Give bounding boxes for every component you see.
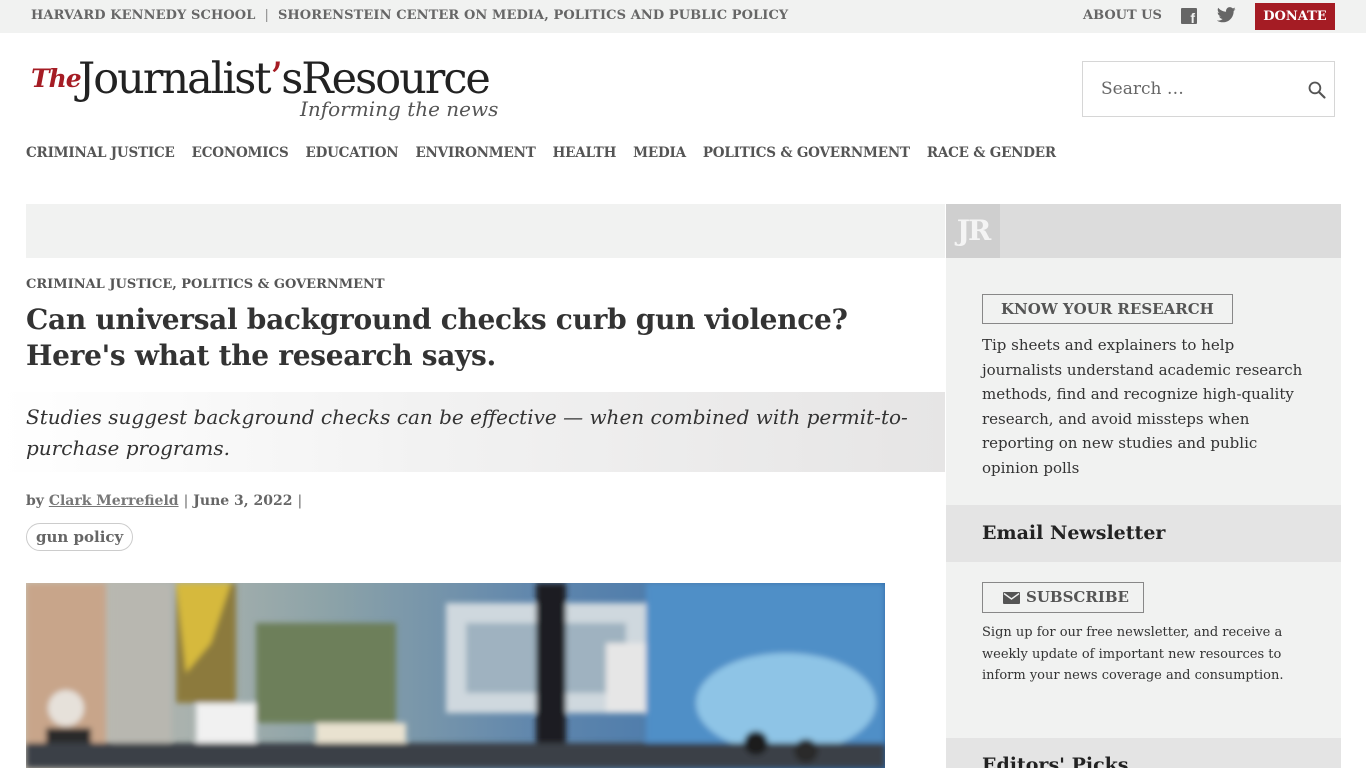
hks-link[interactable]: HARVARD KENNEDY SCHOOL — [31, 8, 255, 23]
search-box — [1082, 61, 1335, 117]
nav-health[interactable]: HEALTH — [553, 145, 617, 161]
donate-button[interactable]: DONATE — [1255, 3, 1335, 30]
know-your-research-button[interactable]: KNOW YOUR RESEARCH — [982, 294, 1233, 324]
nav-race-gender[interactable]: RACE & GENDER — [927, 145, 1056, 161]
subscribe-label: SUBSCRIBE — [1026, 588, 1129, 606]
newsletter-description: Sign up for our free newsletter, and rec… — [982, 625, 1284, 683]
sidebar: JR KNOW YOUR RESEARCH Tip sheets and exp… — [946, 204, 1341, 768]
newsletter-heading: Email Newsletter — [982, 522, 1166, 544]
nav-environment[interactable]: ENVIRONMENT — [415, 145, 535, 161]
utility-bar: HARVARD KENNEDY SCHOOL | SHORENSTEIN CENTE… — [0, 0, 1366, 33]
about-us-link[interactable]: ABOUT US — [1083, 8, 1162, 23]
jr-logo-mark: JR — [946, 204, 1000, 258]
article-hero-image — [26, 583, 885, 768]
article-date: June 3, 2022 — [193, 493, 293, 509]
kyr-description: Tip sheets and explainers to help journa… — [982, 336, 1303, 477]
tag-gun-policy[interactable]: gun policy — [26, 523, 134, 551]
nav-media[interactable]: MEDIA — [633, 145, 686, 161]
newsletter-header: Email Newsletter — [946, 505, 1341, 562]
search-input[interactable] — [1083, 62, 1293, 116]
author-link[interactable]: Clark Merrefield — [49, 493, 179, 509]
logo-tagline: Informing the news — [300, 97, 499, 121]
shorenstein-link[interactable]: SHORENSTEIN CENTER ON MEDIA, POLITICS AN… — [278, 8, 788, 23]
main-nav: CRIMINAL JUSTICE ECONOMICS EDUCATION ENV… — [26, 145, 1056, 161]
article-byline: by Clark Merrefield | June 3, 2022 | — [26, 493, 303, 509]
article-dek: Studies suggest background checks can be… — [26, 405, 908, 460]
subscribe-button[interactable]: SUBSCRIBE — [982, 582, 1144, 613]
nav-education[interactable]: EDUCATION — [306, 145, 399, 161]
hero-photo — [26, 583, 885, 768]
byline-by: by — [26, 493, 44, 509]
article-categories[interactable]: CRIMINAL JUSTICE, POLITICS & GOVERNMENT — [26, 277, 385, 292]
sidebar-header: JR — [946, 204, 1341, 258]
site-logo[interactable]: The Journalist’sResource Informing the n… — [31, 54, 498, 126]
content-header-strip — [26, 204, 945, 258]
affiliation: HARVARD KENNEDY SCHOOL | SHORENSTEIN CENTE… — [31, 8, 788, 23]
article-headline: Can universal background checks curb gun… — [26, 303, 848, 372]
editors-picks-header: Editors' Picks — [946, 738, 1341, 768]
twitter-icon[interactable] — [1217, 7, 1236, 23]
nav-criminal-justice[interactable]: CRIMINAL JUSTICE — [26, 145, 175, 161]
logo-the: The — [31, 64, 82, 93]
affiliation-separator: | — [264, 8, 269, 23]
editors-picks-heading: Editors' Picks — [982, 754, 1129, 768]
search-icon[interactable] — [1307, 80, 1327, 100]
facebook-icon[interactable]: f — [1181, 8, 1197, 25]
article-dek-band: Studies suggest background checks can be… — [0, 392, 945, 472]
nav-politics-government[interactable]: POLITICS & GOVERNMENT — [703, 145, 910, 161]
envelope-icon — [1003, 592, 1020, 604]
nav-economics[interactable]: ECONOMICS — [192, 145, 289, 161]
